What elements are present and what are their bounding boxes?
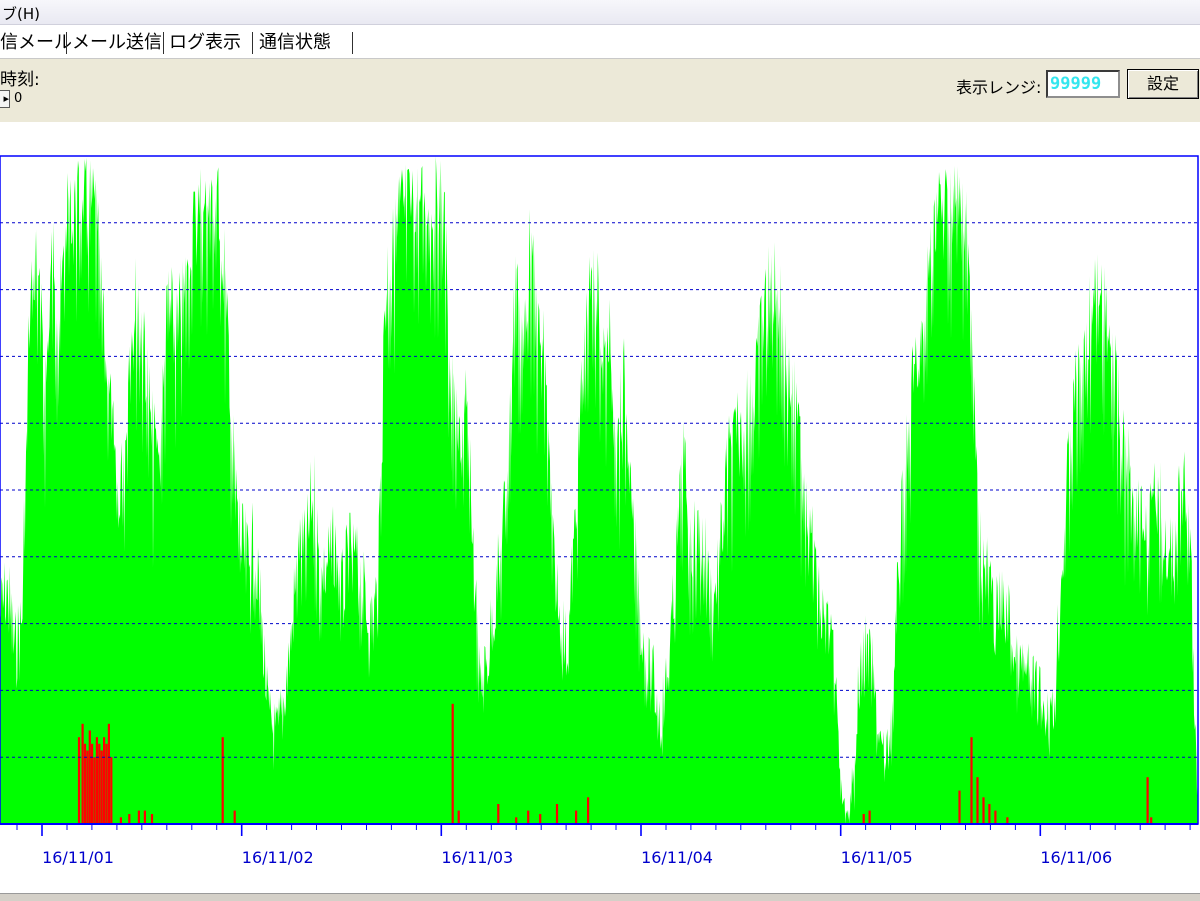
- tab-send-mail[interactable]: メール送信: [72, 30, 162, 56]
- series-red-bar: [233, 810, 236, 824]
- series-red-bar: [988, 804, 991, 824]
- display-range-label: 表示レンジ:: [956, 78, 1042, 97]
- series-red-bar: [128, 814, 131, 824]
- series-red-bar: [83, 743, 87, 824]
- series-red-bar: [221, 737, 224, 824]
- series-red-bar: [105, 743, 108, 824]
- toolbar-separator: [163, 32, 164, 54]
- series-red-bar: [103, 737, 106, 824]
- series-red-bar: [862, 814, 865, 824]
- series-red-bar: [958, 790, 961, 824]
- x-tick-label: 16/11/01: [42, 848, 114, 867]
- traffic-chart: 16/11/01 16/11/02 16/11/03 16/11/04 16/11/05…: [0, 155, 1199, 867]
- series-red-bar: [1146, 777, 1149, 824]
- time-spinner[interactable]: ▸: [0, 90, 10, 108]
- x-tick-label: 16/11/06: [1040, 848, 1112, 867]
- x-tick-label: 16/11/04: [641, 848, 713, 867]
- series-red-bar: [994, 810, 997, 824]
- x-tick-labels: 16/11/01 16/11/02 16/11/03 16/11/04 16/11/05…: [42, 848, 1112, 867]
- series-red-bar: [555, 804, 559, 824]
- series-red-bar: [119, 817, 122, 824]
- time-value: 0: [14, 91, 23, 106]
- display-range-input[interactable]: 99999: [1046, 70, 1120, 98]
- series-red-bar: [575, 810, 578, 824]
- set-button[interactable]: 設定: [1127, 69, 1199, 99]
- series-red-bar: [107, 723, 110, 824]
- tab-connection-status[interactable]: 通信状態: [259, 30, 331, 56]
- series-red-bar: [970, 737, 973, 824]
- time-label: 時刻:: [0, 70, 40, 90]
- series-red-bar: [497, 804, 500, 824]
- series-red-bar: [1150, 817, 1153, 824]
- tab-received-mail[interactable]: 信メール: [0, 30, 72, 56]
- series-red-bar: [88, 730, 91, 824]
- series-red-bar: [110, 757, 113, 824]
- series-red-bar: [451, 703, 454, 824]
- series-red-bar: [982, 797, 985, 824]
- x-tick-label: 16/11/02: [242, 848, 314, 867]
- menu-bar: ブ(H): [0, 0, 1200, 25]
- x-tick-label: 16/11/05: [841, 848, 913, 867]
- series-red-bar: [100, 750, 103, 824]
- series-red-bar: [86, 750, 89, 824]
- series-red-bar: [95, 737, 98, 824]
- spin-arrow-icon: ▸: [3, 92, 9, 105]
- tab-log-view[interactable]: ログ表示: [169, 30, 241, 56]
- toolbar-separator: [352, 32, 353, 54]
- series-red-bar: [868, 810, 871, 824]
- series-red-bar: [93, 757, 96, 824]
- toolbar: 信メール メール送信 ログ表示 通信状態: [0, 25, 1200, 58]
- series-red-bar: [98, 743, 101, 824]
- series-red-bar: [515, 817, 518, 824]
- series-red-bar: [457, 810, 460, 824]
- series-red-bar: [81, 723, 84, 824]
- menu-help[interactable]: ブ(H): [0, 3, 42, 24]
- toolbar-separator: [252, 32, 253, 54]
- series-red-bar: [143, 810, 146, 824]
- series-red-bar: [539, 814, 542, 824]
- series-red-bar: [527, 810, 530, 824]
- toolbar-separator: [66, 32, 67, 54]
- series-red-bar: [91, 743, 94, 824]
- series-red-bar: [137, 810, 140, 824]
- series-red-bar: [77, 737, 81, 824]
- series-red-bar: [150, 814, 154, 824]
- x-tick-label: 16/11/03: [441, 848, 513, 867]
- series-red-bar: [976, 777, 979, 824]
- series-red-bar: [1006, 817, 1009, 824]
- series-red-bar: [587, 797, 590, 824]
